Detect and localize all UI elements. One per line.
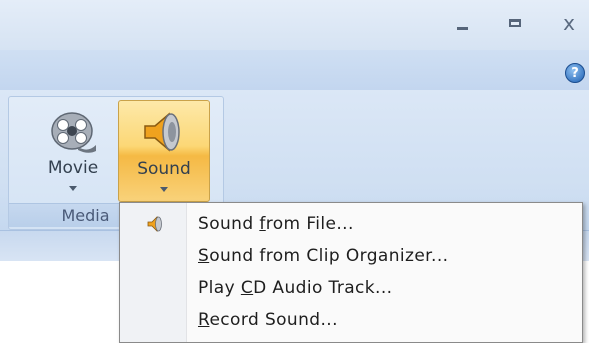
movie-button[interactable]: Movie <box>32 100 114 202</box>
menu-item-sound-from-file[interactable]: Sound from File... <box>120 209 582 239</box>
ribbon-tab-strip <box>0 50 589 91</box>
menu-item-label: Play CD Audio Track... <box>198 278 393 298</box>
menu-item-label: Sound from File... <box>198 214 354 234</box>
speaker-icon <box>147 216 162 232</box>
help-icon[interactable]: ? <box>565 63 585 83</box>
menu-item-record-sound[interactable]: Record Sound... <box>120 305 582 335</box>
sound-button[interactable]: Sound <box>118 100 210 202</box>
minimize-button[interactable] <box>452 10 474 36</box>
menu-item-play-cd-audio-track[interactable]: Play CD Audio Track... <box>120 273 582 303</box>
menu-item-label: Sound from Clip Organizer... <box>198 246 449 266</box>
menu-item-sound-from-clip-organizer[interactable]: Sound from Clip Organizer... <box>120 241 582 271</box>
close-button[interactable]: x <box>558 10 580 36</box>
movie-button-label: Movie <box>47 158 99 178</box>
chevron-down-icon <box>160 187 168 192</box>
sound-dropdown-menu: Sound from File... Sound from Clip Organ… <box>119 202 583 343</box>
sound-button-label: Sound <box>137 159 191 179</box>
speaker-icon <box>144 112 180 152</box>
menu-item-label: Record Sound... <box>198 310 338 330</box>
chevron-down-icon <box>69 186 77 191</box>
title-bar <box>0 0 589 50</box>
minimize-icon <box>457 27 468 30</box>
film-reel-icon <box>51 112 96 153</box>
maximize-icon <box>509 19 521 27</box>
maximize-button[interactable] <box>505 10 527 36</box>
